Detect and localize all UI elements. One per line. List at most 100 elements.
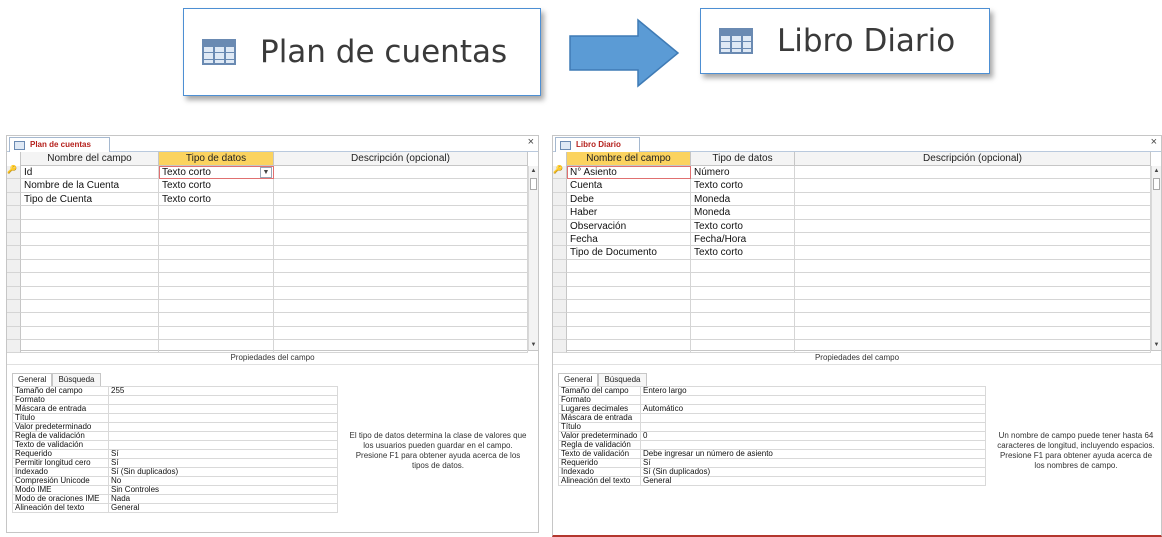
property-value[interactable] [108, 422, 338, 432]
table-row[interactable]: N° Asiento Número [553, 165, 1161, 180]
table-row[interactable] [553, 340, 1161, 354]
table-row[interactable]: Id Texto corto ▼ [7, 165, 538, 180]
description-cell[interactable] [795, 340, 1151, 354]
field-name-cell[interactable]: Tipo de Cuenta [21, 192, 159, 207]
description-cell[interactable] [274, 299, 528, 314]
data-type-cell[interactable] [691, 273, 795, 287]
row-selector[interactable] [7, 286, 21, 300]
description-cell[interactable] [795, 313, 1151, 327]
property-row[interactable]: Tamaño del campo 255 [12, 386, 338, 396]
property-value[interactable]: Sí (Sin duplicados) [640, 467, 986, 477]
description-cell[interactable] [274, 326, 528, 341]
row-selector[interactable] [553, 340, 567, 354]
description-cell[interactable] [274, 166, 528, 180]
row-selector[interactable] [7, 219, 21, 233]
table-row[interactable]: Haber Moneda [553, 206, 1161, 220]
scroll-down-icon[interactable]: ▼ [1152, 340, 1161, 350]
field-name-cell[interactable] [21, 232, 159, 247]
document-tab[interactable]: Libro Diario [555, 137, 640, 153]
row-selector[interactable] [553, 273, 567, 287]
data-type-cell[interactable]: Moneda [691, 206, 795, 220]
data-type-cell[interactable] [159, 232, 274, 247]
description-cell[interactable] [274, 340, 528, 354]
table-row[interactable] [553, 259, 1161, 274]
scroll-thumb[interactable] [530, 178, 537, 190]
table-row[interactable]: Observación Texto corto [553, 219, 1161, 233]
row-selector[interactable] [7, 299, 21, 314]
row-selector[interactable] [7, 273, 21, 287]
close-icon[interactable]: × [528, 136, 534, 148]
field-name-cell[interactable] [21, 313, 159, 327]
table-row[interactable] [553, 313, 1161, 327]
table-row[interactable] [553, 273, 1161, 287]
data-type-cell[interactable] [691, 286, 795, 300]
table-row[interactable] [7, 232, 538, 247]
description-cell[interactable] [274, 313, 528, 327]
field-name-cell[interactable] [567, 313, 691, 327]
property-value[interactable] [108, 440, 338, 450]
field-name-cell[interactable]: N° Asiento [567, 166, 691, 180]
data-type-cell[interactable]: Texto corto [159, 179, 274, 193]
table-row[interactable]: Fecha Fecha/Hora [553, 232, 1161, 247]
field-name-cell[interactable]: Haber [567, 206, 691, 220]
data-type-cell[interactable] [691, 340, 795, 354]
table-row[interactable] [7, 299, 538, 314]
data-type-cell[interactable] [159, 219, 274, 233]
chevron-down-icon[interactable]: ▼ [260, 167, 272, 178]
vertical-scrollbar[interactable]: ▲ ▼ [1151, 166, 1161, 350]
description-cell[interactable] [795, 299, 1151, 314]
description-cell[interactable] [795, 273, 1151, 287]
row-selector[interactable] [553, 313, 567, 327]
property-value[interactable] [108, 413, 338, 423]
row-selector[interactable] [7, 326, 21, 341]
field-name-cell[interactable] [567, 259, 691, 274]
description-cell[interactable] [274, 286, 528, 300]
table-row[interactable] [7, 259, 538, 274]
property-row[interactable]: Requerido Sí [558, 458, 986, 468]
field-name-cell[interactable] [21, 219, 159, 233]
data-type-cell[interactable] [159, 313, 274, 327]
scroll-thumb[interactable] [1153, 178, 1160, 190]
description-cell[interactable] [795, 246, 1151, 260]
property-value[interactable]: Debe ingresar un número de asiento [640, 449, 986, 459]
field-name-cell[interactable]: Id [21, 166, 159, 180]
field-name-cell[interactable] [21, 286, 159, 300]
description-cell[interactable] [274, 206, 528, 220]
document-tab[interactable]: Plan de cuentas [9, 137, 110, 153]
property-value[interactable]: 255 [108, 386, 338, 396]
table-row[interactable]: Cuenta Texto corto [553, 179, 1161, 193]
data-type-cell[interactable]: Fecha/Hora [691, 232, 795, 247]
property-value[interactable]: Entero largo [640, 386, 986, 396]
primary-key-icon[interactable] [7, 165, 21, 180]
data-type-cell[interactable] [159, 246, 274, 260]
property-row[interactable]: Texto de validación [12, 440, 338, 450]
row-selector[interactable] [7, 340, 21, 354]
description-cell[interactable] [274, 219, 528, 233]
primary-key-icon[interactable] [553, 165, 567, 180]
data-type-cell[interactable] [159, 340, 274, 354]
description-cell[interactable] [795, 179, 1151, 193]
description-cell[interactable] [795, 259, 1151, 274]
data-type-cell[interactable] [691, 299, 795, 314]
row-selector[interactable] [553, 192, 567, 207]
table-row[interactable] [7, 313, 538, 327]
field-name-cell[interactable] [21, 299, 159, 314]
property-row[interactable]: Alineación del texto General [558, 476, 986, 486]
data-type-cell[interactable] [159, 273, 274, 287]
vertical-scrollbar[interactable]: ▲ ▼ [528, 166, 538, 350]
property-value[interactable] [108, 431, 338, 441]
table-row[interactable]: Tipo de Cuenta Texto corto [7, 192, 538, 207]
data-type-cell[interactable] [159, 299, 274, 314]
table-row[interactable] [553, 299, 1161, 314]
row-selector[interactable] [7, 259, 21, 274]
row-selector[interactable] [553, 259, 567, 274]
row-selector[interactable] [553, 246, 567, 260]
description-cell[interactable] [274, 246, 528, 260]
close-icon[interactable]: × [1151, 136, 1157, 148]
description-cell[interactable] [795, 219, 1151, 233]
field-name-cell[interactable] [21, 206, 159, 220]
property-value[interactable]: Nada [108, 494, 338, 504]
field-name-cell[interactable]: Nombre de la Cuenta [21, 179, 159, 193]
table-row[interactable] [7, 219, 538, 233]
description-cell[interactable] [795, 232, 1151, 247]
